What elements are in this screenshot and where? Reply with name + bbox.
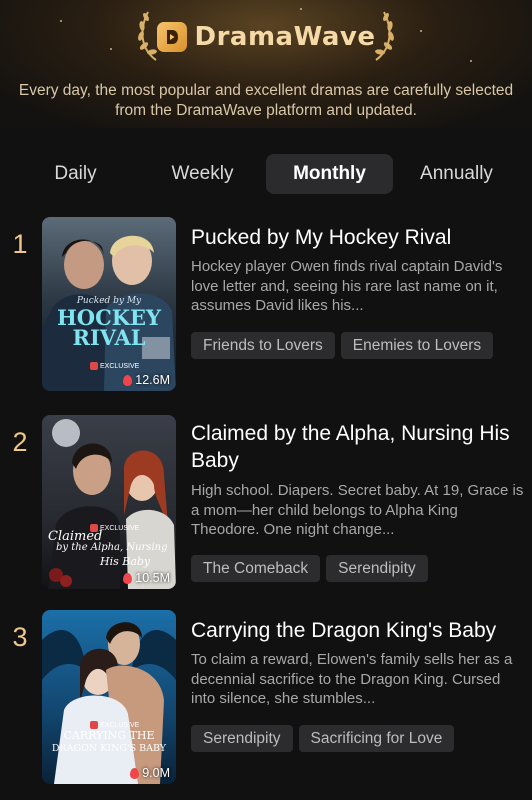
drama-list-item[interactable]: 2 EXCLUSIVE Claimed by the Alpha, Nursin… (0, 415, 532, 591)
exclusive-icon (90, 362, 98, 370)
header-banner: DramaWave Every day, the most popular an… (0, 0, 532, 128)
rank-number: 1 (12, 229, 28, 259)
drama-cover-image[interactable]: EXCLUSIVE Claimed by the Alpha, Nursing … (42, 415, 176, 589)
genre-tag[interactable]: Enemies to Lovers (340, 332, 494, 359)
rank-number: 3 (12, 622, 28, 652)
genre-tag[interactable]: Serendipity (326, 555, 428, 582)
drama-title[interactable]: Claimed by the Alpha, Nursing His Baby (191, 420, 526, 474)
sparkle-decoration (300, 8, 302, 10)
drama-title[interactable]: Pucked by My Hockey Rival (191, 224, 526, 251)
rank-number: 2 (12, 427, 28, 457)
fire-icon (123, 374, 133, 386)
view-count: 12.6M (123, 373, 170, 387)
tag-list: The Comeback Serendipity (191, 555, 428, 582)
drama-title[interactable]: Carrying the Dragon King's Baby (191, 617, 526, 644)
cover-title-line: DRAGON KING'S BABY (51, 743, 167, 754)
tag-list: Serendipity Sacrificing for Love (191, 725, 455, 752)
tag-list: Friends to Lovers Enemies to Lovers (191, 332, 494, 359)
genre-tag[interactable]: Serendipity (191, 725, 293, 752)
drama-list-item[interactable]: 1 Pucked by My HOCKEY RIVAL EXCLUSIVE 12… (0, 217, 532, 393)
exclusive-icon (90, 721, 98, 729)
view-count: 9.0M (130, 766, 170, 780)
exclusive-label: EXCLUSIVE (100, 721, 140, 729)
tab-weekly[interactable]: Weekly (139, 154, 266, 194)
header-tagline: Every day, the most popular and excellen… (18, 82, 514, 119)
cover-title-line: by the Alpha, Nursing (56, 542, 168, 553)
drama-description: To claim a reward, Elowen's family sells… (191, 651, 513, 707)
brand-logo: DramaWave (0, 12, 532, 62)
view-count-value: 12.6M (135, 373, 170, 387)
cover-title-line: RIVAL (72, 325, 146, 350)
exclusive-badge: EXCLUSIVE (90, 362, 139, 370)
period-tabs: Daily Weekly Monthly Annually (12, 154, 520, 194)
drama-cover-image[interactable]: EXCLUSIVE CARRYING THE DRAGON KING'S BAB… (42, 610, 176, 784)
view-count: 10.5M (123, 571, 170, 585)
drama-description: High school. Diapers. Secret baby. At 19… (191, 482, 524, 538)
dramawave-logo-icon (156, 22, 187, 52)
exclusive-badge: EXCLUSIVE (90, 721, 139, 729)
exclusive-label: EXCLUSIVE (100, 362, 140, 370)
drama-list-item[interactable]: 3 EXCLUSIVE CARRYING THE DRAGON KING'S B… (0, 610, 532, 786)
fire-icon (130, 767, 140, 779)
view-count-value: 9.0M (142, 766, 170, 780)
genre-tag[interactable]: Friends to Lovers (191, 332, 335, 359)
drama-description: Hockey player Owen finds rival captain D… (191, 258, 503, 314)
genre-tag[interactable]: Sacrificing for Love (298, 725, 455, 752)
view-count-value: 10.5M (135, 571, 170, 585)
tab-monthly[interactable]: Monthly (266, 154, 393, 194)
tab-annually[interactable]: Annually (393, 154, 520, 194)
brand-name: DramaWave (194, 22, 376, 52)
fire-icon (123, 572, 133, 584)
drama-cover-image[interactable]: Pucked by My HOCKEY RIVAL EXCLUSIVE 12.6… (42, 217, 176, 391)
tab-daily[interactable]: Daily (12, 154, 139, 194)
cover-title-line: His Baby (100, 555, 151, 568)
cover-title-line: CARRYING THE (63, 729, 155, 742)
exclusive-label: EXCLUSIVE (100, 524, 140, 532)
genre-tag[interactable]: The Comeback (191, 555, 321, 582)
